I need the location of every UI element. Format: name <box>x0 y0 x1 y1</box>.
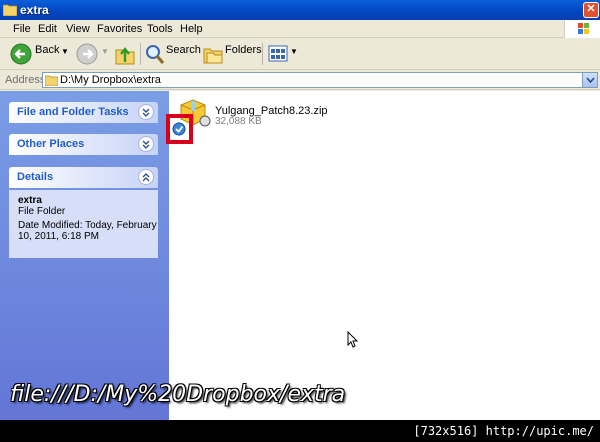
back-arrow-icon[interactable] <box>10 42 32 66</box>
details-name: extra <box>18 195 42 206</box>
toolbar-separator <box>140 43 141 65</box>
folders-button[interactable]: Folders <box>225 44 262 56</box>
details-header[interactable]: Details <box>9 167 158 188</box>
menu-file[interactable]: File <box>13 23 31 35</box>
address-dropdown-button[interactable] <box>582 73 597 87</box>
menu-edit[interactable]: Edit <box>38 23 57 35</box>
views-icon[interactable] <box>268 42 288 66</box>
file-size: 32,088 KB <box>215 116 262 127</box>
address-path: D:\My Dropbox\extra <box>60 74 161 86</box>
toolbar: Back ▼ ▼ Search Folders ▼ <box>0 38 600 70</box>
windows-logo <box>564 20 600 38</box>
search-icon[interactable] <box>145 42 165 66</box>
menu-favorites[interactable]: Favorites <box>97 23 142 35</box>
title-bar[interactable]: extra ✕ <box>0 0 600 20</box>
overlay-url: file:///D:/My%20Dropbox/extra <box>10 382 346 407</box>
image-caption: [732x516] http://upic.me/ <box>413 424 594 438</box>
panel-title: Other Places <box>17 138 85 150</box>
file-folder-tasks-header[interactable]: File and Folder Tasks <box>9 102 158 123</box>
details-type: File Folder <box>18 206 66 217</box>
back-button[interactable]: Back <box>35 44 59 56</box>
address-label: Address <box>5 74 46 86</box>
menu-bar: File Edit View Favorites Tools Help <box>0 20 600 38</box>
details-panel: extra File Folder Date Modified: Today, … <box>9 190 158 258</box>
screenshot-frame: extra ✕ File Edit View Favorites Tools H… <box>0 0 600 442</box>
chevron-up-icon[interactable] <box>138 169 154 185</box>
sync-status-icon <box>172 122 186 136</box>
task-pane: File and Folder Tasks Other Places Detai… <box>0 91 169 420</box>
file-list: Yulgang_Patch8.23.zip 32,088 KB <box>169 91 600 420</box>
window-title: extra <box>20 3 49 17</box>
highlight-box <box>166 114 193 144</box>
back-dropdown-icon[interactable]: ▼ <box>61 47 69 56</box>
close-button[interactable]: ✕ <box>583 2 599 18</box>
folder-icon <box>45 75 58 86</box>
address-bar: Address D:\My Dropbox\extra <box>0 70 600 90</box>
forward-dropdown-icon[interactable]: ▼ <box>101 47 109 56</box>
chevron-down-icon[interactable] <box>138 136 154 152</box>
details-date: Date Modified: Today, February <box>18 220 157 231</box>
toolbar-separator <box>262 43 263 65</box>
explorer-window: extra ✕ File Edit View Favorites Tools H… <box>0 0 600 420</box>
other-places-header[interactable]: Other Places <box>9 134 158 155</box>
chevron-down-icon <box>586 77 595 84</box>
folder-icon <box>3 4 17 16</box>
views-dropdown-icon[interactable]: ▼ <box>290 47 298 56</box>
search-button[interactable]: Search <box>166 44 201 56</box>
menu-tools[interactable]: Tools <box>147 23 173 35</box>
mouse-cursor-icon <box>347 331 359 348</box>
folders-icon[interactable] <box>202 42 224 66</box>
menu-view[interactable]: View <box>66 23 90 35</box>
chevron-down-icon[interactable] <box>138 104 154 120</box>
address-field[interactable]: D:\My Dropbox\extra <box>42 72 598 88</box>
up-folder-icon[interactable] <box>114 42 136 66</box>
menu-help[interactable]: Help <box>180 23 203 35</box>
details-date: 10, 2011, 6:18 PM <box>18 231 99 242</box>
forward-arrow-icon[interactable] <box>76 42 98 66</box>
panel-title: Details <box>17 171 54 183</box>
panel-title: File and Folder Tasks <box>17 106 129 118</box>
